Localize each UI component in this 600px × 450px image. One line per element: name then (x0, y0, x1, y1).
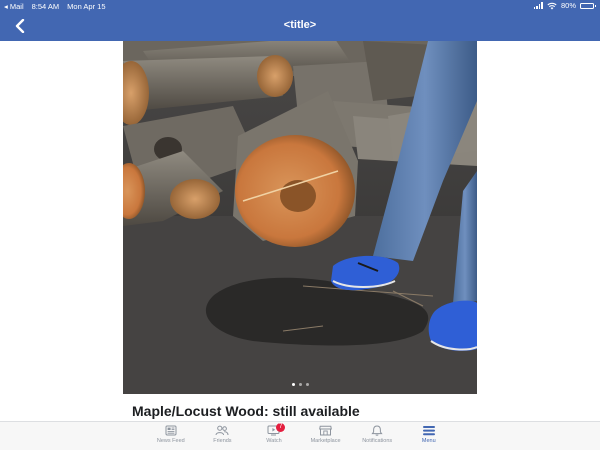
photo-dot[interactable] (298, 383, 302, 386)
post-title: Maple/Locust Wood: still available (132, 403, 360, 419)
cellular-signal-icon (533, 2, 543, 9)
tab-label: News Feed (156, 438, 185, 444)
tab-news-feed[interactable]: News Feed (145, 422, 197, 450)
marketplace-icon (319, 425, 332, 436)
tab-label: Notifications (362, 438, 393, 444)
post-photo[interactable] (123, 41, 477, 394)
tab-marketplace[interactable]: Marketplace (300, 422, 352, 450)
tab-friends[interactable]: Friends (197, 422, 249, 450)
wifi-icon (547, 2, 557, 9)
photo-dot[interactable] (305, 383, 309, 386)
tab-list: News Feed Friends 7 Watch Marketplace No… (145, 422, 455, 450)
back-to-app-link[interactable]: ◂ Mail (4, 2, 24, 11)
status-time: 8:54 AM (31, 2, 60, 11)
photo-pager[interactable] (123, 383, 477, 386)
status-date: Mon Apr 15 (67, 2, 106, 11)
battery-icon (580, 2, 596, 9)
logs-photo (123, 41, 477, 394)
status-left: ◂ Mail 8:54 AM Mon Apr 15 (4, 2, 106, 11)
nav-bar: <title> (0, 12, 600, 41)
tab-label: Menu (421, 438, 436, 444)
status-right: 80% (533, 1, 596, 10)
post-header: Maple/Locust Wood: still available (123, 394, 477, 421)
friends-icon (215, 425, 229, 436)
tab-label: Watch (266, 438, 282, 444)
tab-watch[interactable]: 7 Watch (248, 422, 300, 450)
menu-icon (422, 426, 435, 436)
tab-bar: News Feed Friends 7 Watch Marketplace No… (0, 421, 600, 450)
status-bar: ◂ Mail 8:54 AM Mon Apr 15 80% (0, 0, 600, 12)
tab-notifications[interactable]: Notifications (351, 422, 403, 450)
back-app-label: Mail (9, 2, 24, 11)
photo-dot[interactable] (291, 383, 295, 386)
bell-icon (371, 425, 383, 436)
app-header: ◂ Mail 8:54 AM Mon Apr 15 80% <title> (0, 0, 600, 41)
watch-badge: 7 (276, 423, 286, 432)
post-content: Maple/Locust Wood: still available (0, 41, 600, 421)
tab-label: Marketplace (310, 438, 341, 444)
tab-menu[interactable]: Menu (403, 422, 455, 450)
news-feed-icon (165, 425, 177, 436)
tab-label: Friends (213, 438, 232, 444)
battery-percent: 80% (560, 1, 576, 10)
page-title: <title> (283, 19, 317, 31)
